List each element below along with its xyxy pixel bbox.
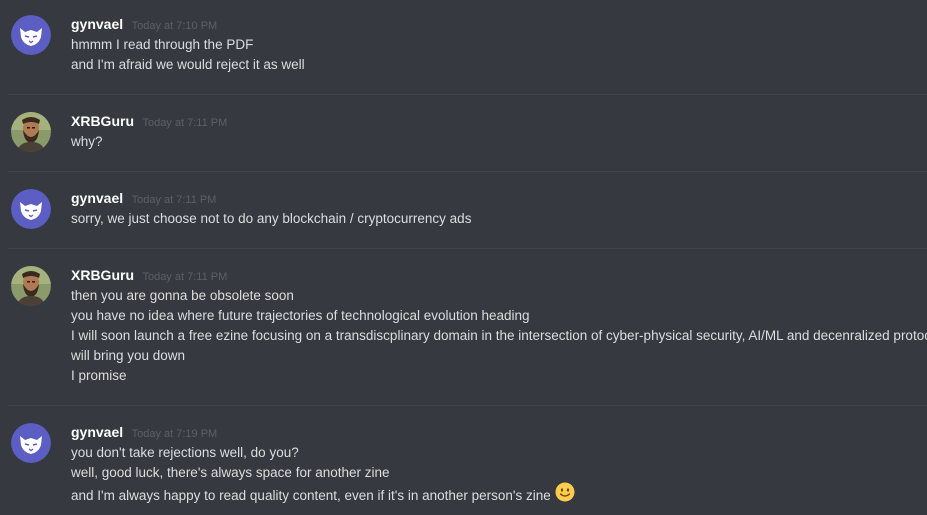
timestamp: Today at 7:11 PM bbox=[142, 271, 228, 283]
message-text: and I'm always happy to read quality con… bbox=[71, 488, 551, 504]
cat-avatar-icon[interactable] bbox=[11, 15, 51, 55]
username[interactable]: gynvael bbox=[71, 190, 123, 206]
message-text: well, good luck, there's always space fo… bbox=[71, 465, 390, 480]
message-header: gynvael Today at 7:19 PM bbox=[71, 424, 217, 444]
username[interactable]: XRBGuru bbox=[71, 113, 134, 129]
message-text: then you are gonna be obsolete soon bbox=[71, 288, 294, 303]
message-line: and I'm always happy to read quality con… bbox=[71, 482, 575, 508]
timestamp: Today at 7:10 PM bbox=[131, 20, 218, 32]
username[interactable]: XRBGuru bbox=[71, 267, 134, 283]
bearded-man-avatar-icon[interactable] bbox=[11, 266, 51, 306]
timestamp: Today at 7:11 PM bbox=[142, 117, 228, 129]
message-text: I will soon launch a free ezine focusing… bbox=[71, 328, 927, 343]
message-text: will bring you down bbox=[71, 348, 186, 363]
message-text: you have no idea where future trajectori… bbox=[71, 308, 530, 323]
message-text: hmmm I read through the PDF bbox=[71, 37, 254, 52]
message-divider bbox=[8, 405, 927, 406]
message-text: and I'm afraid we would reject it as wel… bbox=[71, 57, 305, 72]
message-text: sorry, we just choose not to do any bloc… bbox=[71, 211, 472, 226]
message-divider bbox=[8, 94, 927, 95]
cat-avatar-icon[interactable] bbox=[11, 189, 51, 229]
message-header: XRBGuru Today at 7:11 PM bbox=[71, 113, 227, 133]
cat-avatar-icon[interactable] bbox=[11, 423, 51, 463]
message-header: XRBGuru Today at 7:11 PM bbox=[71, 267, 227, 287]
username[interactable]: gynvael bbox=[71, 16, 123, 32]
bearded-man-avatar-icon[interactable] bbox=[11, 112, 51, 152]
message-divider bbox=[8, 248, 927, 249]
message-text: you don't take rejections well, do you? bbox=[71, 445, 299, 460]
message-divider bbox=[8, 171, 927, 172]
username[interactable]: gynvael bbox=[71, 424, 123, 440]
message-header: gynvael Today at 7:10 PM bbox=[71, 16, 217, 36]
slightly-smiling-face-icon bbox=[555, 482, 575, 508]
timestamp: Today at 7:11 PM bbox=[131, 194, 217, 206]
timestamp: Today at 7:19 PM bbox=[131, 428, 218, 440]
message-text: why? bbox=[71, 134, 103, 149]
chat-message-list[interactable]: gynvael Today at 7:10 PM hmmm I read thr… bbox=[0, 0, 927, 515]
message-text: I promise bbox=[71, 368, 127, 383]
message-header: gynvael Today at 7:11 PM bbox=[71, 190, 216, 210]
